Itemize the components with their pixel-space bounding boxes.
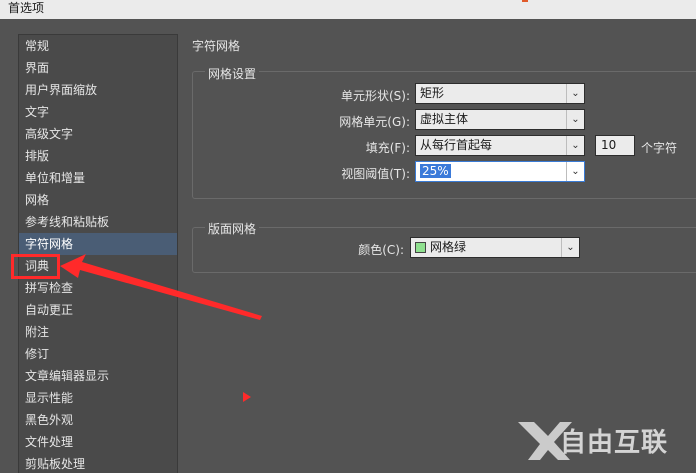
sidebar-item-autocorrect[interactable]: 自动更正	[19, 299, 177, 321]
fill-label: 填充(F):	[365, 141, 410, 155]
chevron-down-icon[interactable]: ⌄	[566, 162, 584, 181]
view-threshold-combobox[interactable]: 25% ⌄	[415, 161, 585, 182]
sidebar-item-appearance-of-black[interactable]: 黑色外观	[19, 409, 177, 431]
view-threshold-value[interactable]: 25%	[420, 164, 451, 178]
sidebar-item-file-handling[interactable]: 文件处理	[19, 431, 177, 453]
window-title-bar: 首选项	[0, 0, 696, 19]
sidebar-item-character-grid[interactable]: 字符网格	[19, 233, 177, 255]
sidebar-item-guides-pasteboard[interactable]: 参考线和粘贴板	[19, 211, 177, 233]
fill-select[interactable]: 从每行首起每 ⌄	[415, 135, 585, 156]
sidebar-item-display-performance[interactable]: 显示性能	[19, 387, 177, 409]
view-threshold-label: 视图阈值(T):	[341, 167, 410, 181]
color-select[interactable]: 网格绿 ⌄	[410, 237, 580, 258]
sidebar-item-ui-scaling[interactable]: 用户界面缩放	[19, 79, 177, 101]
sidebar-item-clipboard-handling[interactable]: 剪贴板处理	[19, 453, 177, 473]
cell-shape-select[interactable]: 矩形 ⌄	[415, 83, 585, 104]
cell-shape-value: 矩形	[420, 86, 445, 100]
chevron-down-icon: ⌄	[561, 238, 579, 257]
title-accent-mark	[522, 0, 528, 2]
cell-shape-label: 单元形状(S):	[340, 89, 410, 103]
sidebar-item-grids[interactable]: 网格	[19, 189, 177, 211]
sidebar-item-notes[interactable]: 附注	[19, 321, 177, 343]
sidebar-item-units-increments[interactable]: 单位和增量	[19, 167, 177, 189]
window-title: 首选项	[8, 1, 45, 15]
sidebar-item-interface[interactable]: 界面	[19, 57, 177, 79]
sidebar-item-track-changes[interactable]: 修订	[19, 343, 177, 365]
grid-unit-value: 虚拟主体	[420, 112, 469, 126]
watermark-text: 自由互联	[560, 428, 669, 458]
chevron-down-icon: ⌄	[566, 136, 584, 155]
sidebar-item-general[interactable]: 常规	[19, 35, 177, 57]
fill-count-input[interactable]: 10	[595, 135, 635, 156]
color-label: 颜色(C):	[358, 243, 404, 257]
sidebar-item-story-editor-display[interactable]: 文章编辑器显示	[19, 365, 177, 387]
color-swatch	[415, 242, 426, 253]
grid-unit-select[interactable]: 虚拟主体 ⌄	[415, 109, 585, 130]
chevron-down-icon: ⌄	[566, 84, 584, 103]
chevron-down-icon: ⌄	[566, 110, 584, 129]
fill-value: 从每行首起每	[420, 138, 493, 152]
grid-unit-label: 网格单元(G):	[339, 115, 410, 129]
sidebar-item-advanced-type[interactable]: 高级文字	[19, 123, 177, 145]
sidebar-item-dictionary[interactable]: 词典	[19, 255, 177, 277]
red-triangle-marker	[243, 392, 251, 402]
layout-grid-label: 版面网格	[205, 220, 260, 237]
sidebar-item-spelling[interactable]: 拼写检查	[19, 277, 177, 299]
fill-unit-label: 个字符	[641, 141, 678, 155]
preferences-sidebar: 常规 界面 用户界面缩放 文字 高级文字 排版 单位和增量 网格 参考线和粘贴板…	[18, 34, 178, 473]
section-title: 字符网格	[192, 39, 241, 53]
sidebar-item-type[interactable]: 文字	[19, 101, 177, 123]
grid-settings-label: 网格设置	[205, 65, 260, 82]
sidebar-item-composition[interactable]: 排版	[19, 145, 177, 167]
color-value: 网格绿	[430, 240, 467, 254]
